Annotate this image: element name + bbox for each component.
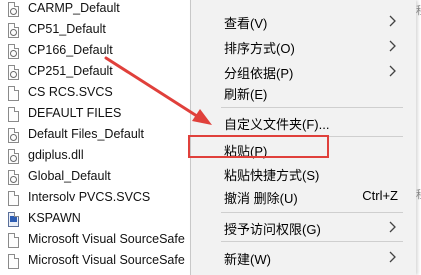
- annotation-arrow-icon: [104, 56, 212, 125]
